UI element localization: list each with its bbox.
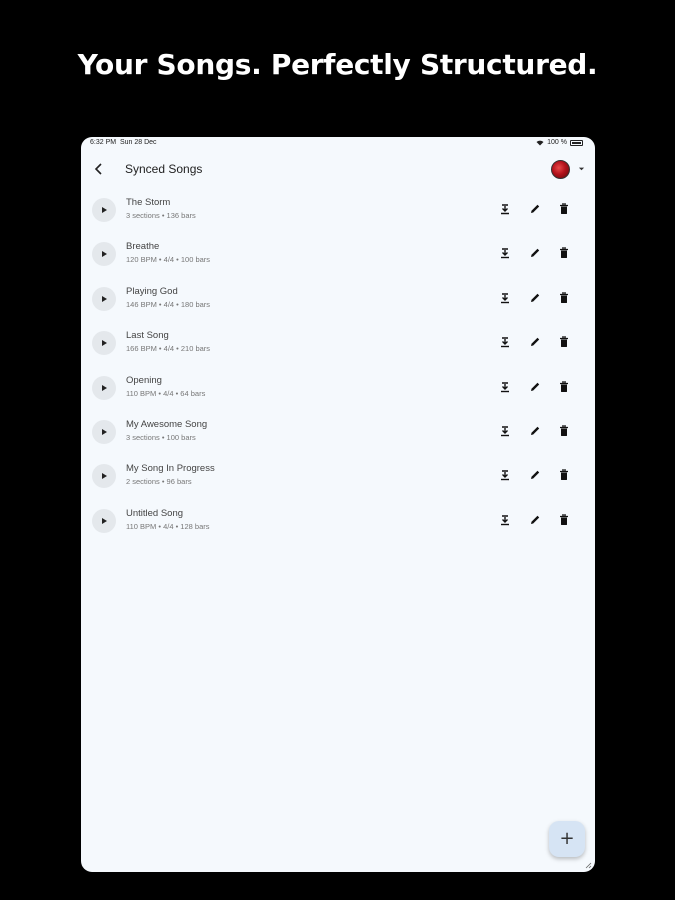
song-details: 166 BPM • 4/4 • 210 bars (126, 344, 211, 354)
song-title: Breathe (126, 241, 160, 253)
song-title: Playing God (126, 285, 178, 297)
battery-percent: 100 % (547, 139, 567, 146)
song-details: 3 sections • 136 bars (126, 211, 196, 220)
status-date: Sun 28 Dec (119, 139, 157, 146)
delete-icon[interactable] (557, 468, 571, 482)
song-title: My Song In Progress (126, 463, 215, 475)
song-row[interactable]: Playing God 146 BPM • 4/4 • 180 bars (81, 285, 595, 329)
avatar[interactable] (551, 160, 570, 179)
song-title: The Storm (126, 197, 171, 208)
delete-icon[interactable] (557, 380, 571, 394)
delete-icon[interactable] (557, 335, 571, 349)
song-details: 2 sections • 96 bars (126, 477, 192, 487)
play-button[interactable] (92, 375, 116, 400)
download-icon[interactable] (498, 424, 512, 438)
play-button[interactable] (92, 286, 116, 311)
play-icon (102, 473, 107, 480)
song-title: Untitled Song (126, 507, 184, 519)
play-button[interactable] (92, 464, 116, 489)
download-icon[interactable] (498, 513, 512, 527)
play-icon (102, 428, 107, 435)
download-icon[interactable] (498, 335, 512, 349)
play-button[interactable] (92, 242, 116, 267)
song-title: Opening (126, 374, 162, 386)
song-row[interactable]: Untitled Song 110 BPM • 4/4 • 128 bars (81, 507, 595, 551)
promo-headline: Your Songs. Perfectly Structured. (77, 48, 598, 81)
resize-handle-icon (585, 862, 592, 869)
play-icon (102, 207, 107, 213)
battery-icon (570, 139, 583, 146)
song-details: 146 BPM • 4/4 • 180 bars (126, 299, 211, 309)
play-icon (102, 251, 107, 258)
download-icon[interactable] (498, 291, 512, 305)
play-button[interactable] (92, 198, 116, 222)
edit-icon[interactable] (528, 202, 542, 216)
delete-icon[interactable] (557, 424, 571, 438)
status-indicators: 100 % (536, 139, 583, 146)
page-title: Synced Songs (125, 162, 203, 176)
play-button[interactable] (92, 508, 116, 533)
download-icon[interactable] (498, 202, 512, 216)
download-icon[interactable] (498, 468, 512, 482)
delete-icon[interactable] (557, 246, 571, 260)
wifi-icon (536, 140, 544, 145)
edit-icon[interactable] (528, 291, 542, 305)
add-song-button[interactable]: + (549, 821, 585, 857)
edit-icon[interactable] (528, 424, 542, 438)
song-details: 3 sections • 100 bars (126, 432, 196, 442)
play-icon (102, 517, 107, 524)
status-bar: 6:32 PM Sun 28 Dec 100 % (81, 137, 595, 149)
play-icon (102, 295, 107, 302)
edit-icon[interactable] (528, 513, 542, 527)
play-icon (102, 340, 107, 347)
song-row[interactable]: My Song In Progress 2 sections • 96 bars (81, 462, 595, 506)
back-arrow-icon[interactable] (91, 161, 107, 177)
song-row[interactable]: My Awesome Song 3 sections • 100 bars (81, 418, 595, 462)
song-title: Last Song (126, 330, 169, 342)
plus-icon: + (559, 828, 575, 849)
download-icon[interactable] (498, 246, 512, 260)
play-icon (102, 384, 107, 391)
edit-icon[interactable] (528, 246, 542, 260)
song-row[interactable]: Last Song 166 BPM • 4/4 • 210 bars (81, 329, 595, 373)
chevron-down-icon[interactable] (578, 165, 585, 172)
edit-icon[interactable] (528, 380, 542, 394)
song-title: My Awesome Song (126, 418, 208, 430)
delete-icon[interactable] (557, 513, 571, 527)
song-list: The Storm 3 sections • 136 bars Breathe 120… (81, 196, 595, 551)
song-row[interactable]: Opening 110 BPM • 4/4 • 64 bars (81, 374, 595, 418)
song-row[interactable]: The Storm 3 sections • 136 bars (81, 196, 595, 240)
play-button[interactable] (92, 419, 116, 444)
status-time-date: 6:32 PM Sun 28 Dec (90, 139, 157, 146)
edit-icon[interactable] (528, 468, 542, 482)
song-details: 110 BPM • 4/4 • 64 bars (126, 388, 206, 398)
status-time: 6:32 PM (90, 139, 117, 146)
edit-icon[interactable] (528, 335, 542, 349)
song-details: 120 BPM • 4/4 • 100 bars (126, 255, 211, 265)
delete-icon[interactable] (557, 291, 571, 305)
song-row[interactable]: Breathe 120 BPM • 4/4 • 100 bars (81, 240, 595, 284)
app-bar: Synced Songs (81, 155, 595, 183)
download-icon[interactable] (498, 380, 512, 394)
play-button[interactable] (92, 331, 116, 356)
song-details: 110 BPM • 4/4 • 128 bars (126, 521, 210, 531)
tablet-screen: 6:32 PM Sun 28 Dec 100 % Synced Songs Th… (81, 137, 595, 872)
delete-icon[interactable] (557, 202, 571, 216)
